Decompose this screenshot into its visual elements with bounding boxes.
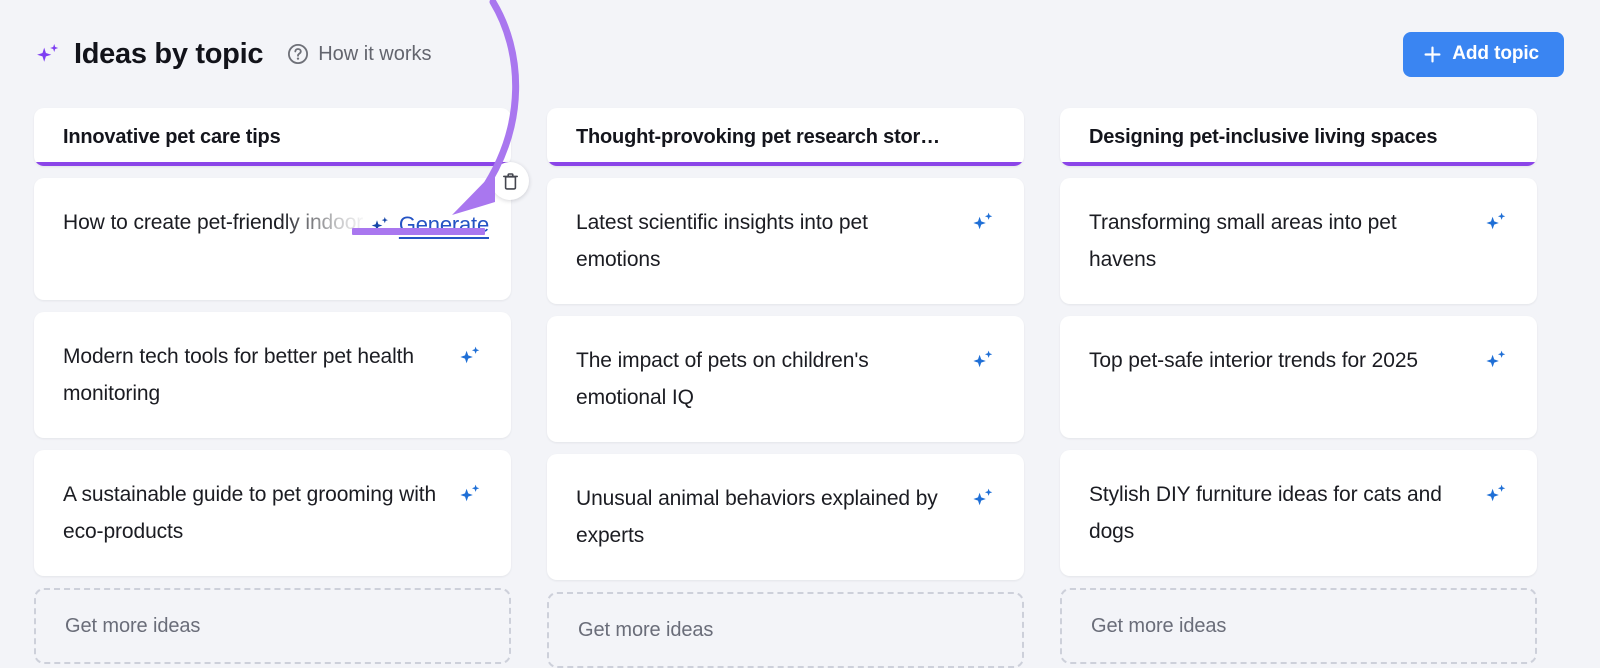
sparkle-icon[interactable] — [970, 209, 996, 235]
sparkle-icon — [34, 40, 62, 68]
topic-header-3[interactable]: Designing pet-inclusive living spaces — [1060, 108, 1537, 166]
get-more-ideas-label: Get more ideas — [65, 614, 201, 637]
topic-title: Designing pet-inclusive living spaces — [1089, 125, 1438, 148]
idea-card[interactable]: Stylish DIY furniture ideas for cats and… — [1060, 450, 1537, 576]
get-more-ideas-button[interactable]: Get more ideas — [34, 588, 511, 664]
idea-text: Transforming small areas into pet havens — [1089, 211, 1397, 271]
add-topic-label: Add topic — [1452, 43, 1539, 64]
idea-card[interactable]: How to create pet-friendly indoor garden… — [34, 162, 529, 300]
get-more-ideas-button[interactable]: Get more ideas — [1060, 588, 1537, 664]
trash-icon — [501, 172, 520, 191]
question-circle-icon — [287, 43, 309, 65]
generate-highlight-bar — [352, 228, 485, 235]
idea-text: The impact of pets on children's emotion… — [576, 349, 869, 409]
topic-header-1[interactable]: Innovative pet care tips — [34, 108, 511, 166]
sparkle-icon[interactable] — [1483, 481, 1509, 507]
add-topic-button[interactable]: Add topic — [1403, 31, 1564, 77]
topic-column-1: Innovative pet care tips How to create p… — [34, 108, 529, 668]
how-it-works-link[interactable]: How it works — [287, 42, 432, 66]
sparkle-icon[interactable] — [970, 485, 996, 511]
topic-title: Innovative pet care tips — [63, 125, 281, 148]
idea-card[interactable]: Unusual animal behaviors explained by ex… — [547, 454, 1024, 580]
idea-text: Modern tech tools for better pet health … — [63, 345, 414, 405]
topic-title: Thought-provoking pet research stor… — [576, 125, 940, 148]
idea-card[interactable]: Top pet-safe interior trends for 2025 — [1060, 316, 1537, 438]
sparkle-icon[interactable] — [1483, 347, 1509, 373]
how-it-works-label: How it works — [318, 42, 432, 65]
idea-card[interactable]: Transforming small areas into pet havens — [1060, 178, 1537, 304]
topic-column-3: Designing pet-inclusive living spaces Tr… — [1060, 108, 1537, 668]
get-more-ideas-label: Get more ideas — [578, 618, 714, 641]
sparkle-icon[interactable] — [970, 347, 996, 373]
idea-text: Unusual animal behaviors explained by ex… — [576, 487, 938, 547]
idea-text: Top pet-safe interior trends for 2025 — [1089, 349, 1418, 372]
ideas-by-topic-page: Ideas by topic How it works Add topic In… — [0, 0, 1600, 668]
idea-card[interactable]: A sustainable guide to pet grooming with… — [34, 450, 511, 576]
page-header: Ideas by topic How it works Add topic — [0, 0, 1600, 108]
idea-card[interactable]: Latest scientific insights into pet emot… — [547, 178, 1024, 304]
plus-icon — [1424, 46, 1441, 63]
idea-text: Stylish DIY furniture ideas for cats and… — [1089, 483, 1442, 543]
topic-column-2: Thought-provoking pet research stor… Lat… — [547, 108, 1024, 668]
header-title-group: Ideas by topic How it works — [34, 37, 432, 70]
idea-card[interactable]: Modern tech tools for better pet health … — [34, 312, 511, 438]
sparkle-icon[interactable] — [1483, 209, 1509, 235]
topic-header-2[interactable]: Thought-provoking pet research stor… — [547, 108, 1024, 166]
idea-text: Latest scientific insights into pet emot… — [576, 211, 868, 271]
get-more-ideas-label: Get more ideas — [1091, 614, 1227, 637]
page-title: Ideas by topic — [74, 37, 264, 70]
delete-idea-button[interactable] — [491, 162, 529, 200]
sparkle-icon[interactable] — [457, 343, 483, 369]
idea-card[interactable]: The impact of pets on children's emotion… — [547, 316, 1024, 442]
idea-text: A sustainable guide to pet grooming with… — [63, 483, 437, 543]
topic-board: Innovative pet care tips How to create p… — [34, 108, 1566, 668]
sparkle-icon[interactable] — [457, 481, 483, 507]
